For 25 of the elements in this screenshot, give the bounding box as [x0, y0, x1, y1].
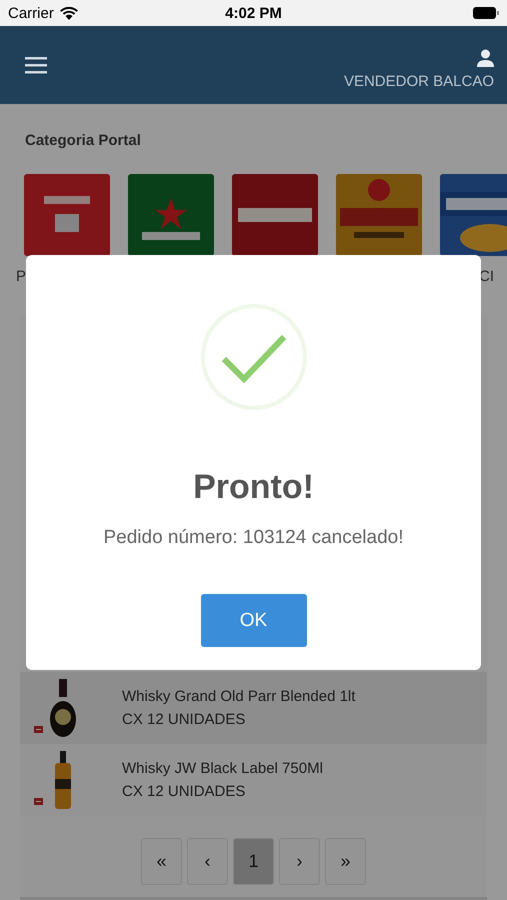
product-name: Whisky JW Black Label 750Ml — [122, 760, 323, 777]
section-title: Categoria Portal — [25, 132, 142, 149]
check-icon — [200, 303, 308, 411]
carrier-label: Carrier — [8, 4, 54, 22]
menu-icon[interactable] — [25, 56, 47, 74]
page-button[interactable]: 1 — [233, 838, 274, 885]
battery-icon — [473, 7, 499, 19]
user-name: VENDEDOR BALCAO — [344, 72, 494, 90]
product-row[interactable]: Whisky Grand Old Parr Blended 1lt CX 12 UNIDADES — [20, 672, 487, 744]
remove-icon[interactable] — [34, 726, 43, 733]
category-label: P — [16, 268, 26, 285]
page-button[interactable]: « — [141, 838, 182, 885]
product-unit: CX 12 UNIDADES — [122, 711, 246, 728]
clock: 4:02 PM — [225, 4, 282, 22]
ok-button[interactable]: OK — [200, 594, 306, 647]
user-icon[interactable] — [477, 48, 494, 66]
product-name: Whisky Grand Old Parr Blended 1lt — [122, 688, 356, 705]
remove-icon[interactable] — [34, 798, 43, 805]
dialog-message: Pedido número: 103124 cancelado! — [103, 527, 404, 549]
page-button[interactable]: ‹ — [187, 838, 228, 885]
page-button[interactable]: » — [325, 838, 366, 885]
wifi-icon — [60, 6, 78, 20]
dialog-title: Pronto! — [193, 468, 314, 507]
page-button[interactable]: › — [279, 838, 320, 885]
product-unit: CX 12 UNIDADES — [122, 783, 246, 800]
